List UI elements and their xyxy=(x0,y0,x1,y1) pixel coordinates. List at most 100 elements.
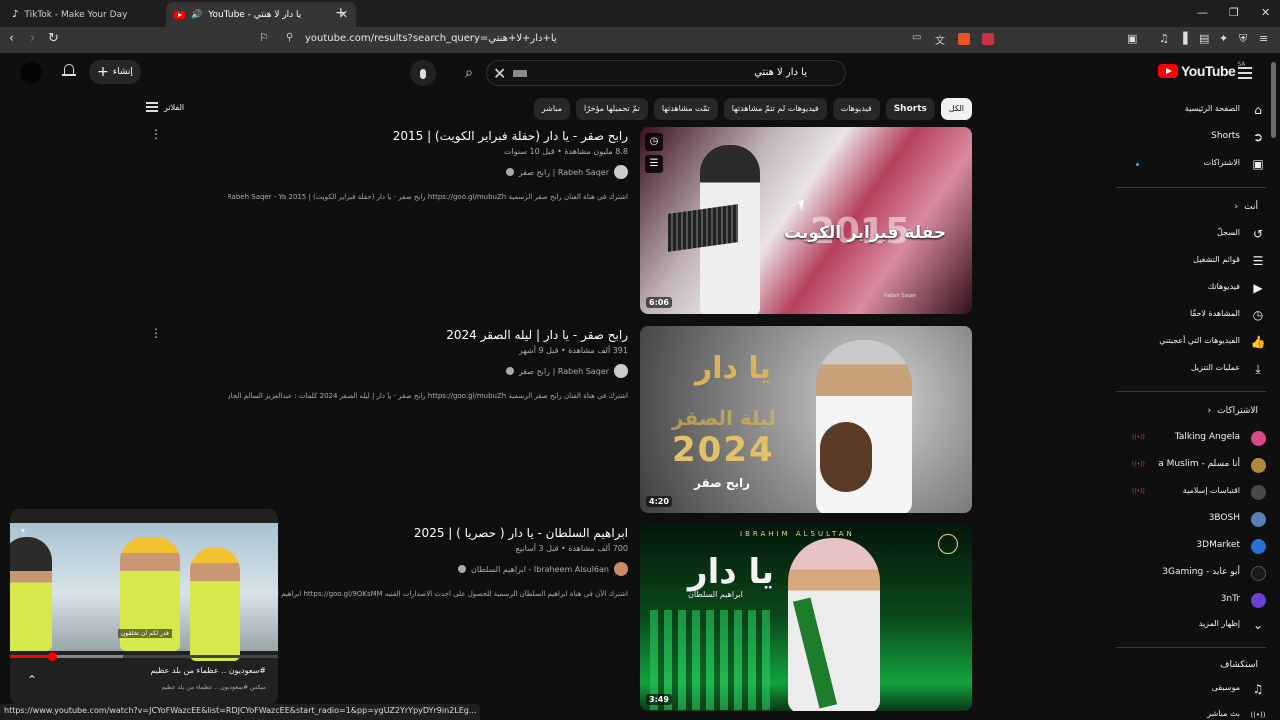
clear-search-icon[interactable]: ✕ xyxy=(493,64,506,83)
channel-name[interactable]: ابراهيم السلطان - Ibraheem Alsul6an xyxy=(471,565,609,574)
reading-list-icon[interactable]: ▐ xyxy=(1179,32,1187,45)
worker-figure xyxy=(10,537,52,651)
chip-unwatched[interactable]: فيديوهات لم تتمّ مشاهدتها xyxy=(723,98,827,120)
subscription-3ntr[interactable]: 3nTr xyxy=(1116,588,1266,614)
guide-item-history[interactable]: السجلّ ↺ xyxy=(1116,222,1266,248)
rewards-icon[interactable] xyxy=(982,33,994,45)
add-to-queue-icon[interactable]: ☰ xyxy=(645,155,663,173)
guide-item-downloads[interactable]: عمليات التنزيل ⤓ xyxy=(1116,357,1266,383)
guide-item-liked-videos[interactable]: الفيديوهات التي أعجبتني 👍 xyxy=(1116,330,1266,356)
tab-tiktok[interactable]: ♪ TikTok - Make Your Day xyxy=(4,2,166,27)
music-icon[interactable]: ♫ xyxy=(1159,32,1169,45)
more-actions-icon[interactable]: ⋮ xyxy=(150,127,162,141)
chip-videos[interactable]: فيديوهات xyxy=(832,98,880,120)
guide-item-your-videos[interactable]: فيديوهاتك ▶ xyxy=(1116,276,1266,302)
subscription-3dmarket[interactable]: 3DMarket xyxy=(1116,534,1266,560)
bookmark-icon[interactable]: ⚐ xyxy=(259,31,269,44)
channel-link[interactable]: رابح صقر | Rabeh Saqer xyxy=(505,364,628,378)
video-result[interactable]: 2015 حفلة فبراير الكويت Rabeh Saqer ◷ ☰ … xyxy=(150,127,972,315)
video-description: اشترك الآن في هناة ابراهيم السلطان الرسم… xyxy=(228,590,628,598)
subscription-islamic-quotes[interactable]: ((•)) اقتباسات إسلامية xyxy=(1116,480,1266,506)
channel-avatar[interactable] xyxy=(614,165,628,179)
menu-icon[interactable]: ≡ xyxy=(1259,32,1268,45)
playlists-icon: ☰ xyxy=(1252,254,1264,268)
close-window-button[interactable]: ✕ xyxy=(1261,6,1270,19)
channel-link[interactable]: رابح صقر | Rabeh Saqer xyxy=(505,165,628,179)
guide-section-subscriptions[interactable]: الاشتراكات ‹ xyxy=(1208,406,1258,416)
show-more-button[interactable]: إظهار المزيد ⌄ xyxy=(1116,613,1266,639)
url-bar[interactable]: ⚲ youtube.com/results?search_query=يا+دا… xyxy=(280,30,1000,50)
channel-name[interactable]: رابح صقر | Rabeh Saqer xyxy=(519,168,609,177)
wallet-icon[interactable]: ▤ xyxy=(1199,32,1209,45)
search-button[interactable]: ⌕ xyxy=(452,61,486,85)
guide-item-watch-later[interactable]: المشاهدة لاحقًا ◷ xyxy=(1116,303,1266,329)
guide-item-music[interactable]: موسيقى ♫ xyxy=(1116,677,1266,703)
guide-item-subscriptions[interactable]: الاشتراكات ▣ xyxy=(1116,152,1266,178)
voice-search-button[interactable] xyxy=(410,60,436,86)
logo-text: YouTube xyxy=(1181,63,1236,79)
subscription-3gaming[interactable]: أبو عابد - 3Gaming xyxy=(1116,561,1266,587)
account-avatar[interactable] xyxy=(20,62,42,84)
miniplayer-video[interactable]: ✦ قدر لكم أن تخلقون xyxy=(10,523,278,661)
more-actions-icon[interactable]: ⋮ xyxy=(150,326,162,340)
brave-shield-icon[interactable] xyxy=(958,33,970,45)
section-title: أنت xyxy=(1244,202,1258,212)
chip-live[interactable]: مباشر xyxy=(533,98,570,120)
video-title[interactable]: ابراهيم السلطان - يا دار ( حصريا ) | 202… xyxy=(414,526,628,540)
tab-youtube[interactable]: 🔊 YouTube - يا دار لا هنتي ✕ xyxy=(166,2,356,27)
video-thumbnail[interactable]: IBRAHIM ALSULTAN يا دار ابراهيم السلطان … xyxy=(640,524,972,711)
subscription-talking-angela[interactable]: ((•)) Talking Angela xyxy=(1116,426,1266,452)
chip-shorts[interactable]: Shorts xyxy=(885,98,935,120)
section-title: الاشتراكات xyxy=(1217,406,1258,416)
reload-button[interactable]: ↻ xyxy=(48,31,59,46)
subscription-a-muslim[interactable]: ((•)) أنا مسلم - a Muslim xyxy=(1116,453,1266,479)
site-info-icon[interactable]: ⚲ xyxy=(286,32,293,43)
guide-item-shorts[interactable]: Shorts ➲ xyxy=(1116,125,1266,151)
guide-item-playlists[interactable]: قوائم التشغيل ☰ xyxy=(1116,249,1266,275)
guide-item-home[interactable]: الصفحة الرئيسية ⌂ xyxy=(1116,98,1266,124)
miniplayer-progress[interactable] xyxy=(10,652,278,661)
leo-ai-icon[interactable]: ✦ xyxy=(1219,32,1228,45)
forward-button[interactable]: › xyxy=(30,31,35,46)
vpn-icon[interactable]: ⛨ xyxy=(1239,32,1247,46)
restore-button[interactable]: ❐ xyxy=(1229,6,1239,19)
expand-chevron-icon[interactable]: ⌃ xyxy=(27,673,37,687)
miniplayer-title[interactable]: #سعوديون .. عظماء من بلد عظيم xyxy=(150,666,266,675)
notifications-icon[interactable] xyxy=(62,64,76,78)
channel-link[interactable]: ابراهيم السلطان - Ibraheem Alsul6an xyxy=(458,562,628,576)
speaker-icon[interactable]: 🔊 xyxy=(191,10,202,20)
page-scrollbar[interactable] xyxy=(1271,62,1276,138)
miniplayer[interactable]: ✦ قدر لكم أن تخلقون #سعوديون .. عظماء من… xyxy=(10,509,278,705)
verified-icon xyxy=(505,168,514,176)
video-title[interactable]: رابح صقر - يا دار (حفلة فبراير الكويت) |… xyxy=(393,129,628,143)
translate-icon[interactable]: 文 xyxy=(935,32,945,47)
chip-all[interactable]: الكل xyxy=(940,98,972,120)
channel-name[interactable]: رابح صقر | Rabeh Saqer xyxy=(519,367,609,376)
create-button[interactable]: + إنشاء xyxy=(89,60,141,84)
live-indicator-icon: ((•)) xyxy=(1132,488,1145,495)
new-tab-button[interactable]: + xyxy=(335,5,347,21)
channel-avatar[interactable] xyxy=(614,562,628,576)
filters-button[interactable]: الفلاتر xyxy=(146,102,184,112)
video-result[interactable]: يا دار ليلة الصقر 2024 رابح صقر 4:20 راب… xyxy=(150,326,972,514)
chip-watched[interactable]: تمّت مشاهدتها xyxy=(653,98,718,120)
guide-item-label: الاشتراكات xyxy=(1203,158,1240,167)
scrubber-handle[interactable] xyxy=(47,652,57,661)
minimize-button[interactable]: — xyxy=(1197,6,1208,19)
video-thumbnail[interactable]: 2015 حفلة فبراير الكويت Rabeh Saqer ◷ ☰ … xyxy=(640,127,972,314)
video-thumbnail[interactable]: يا دار ليلة الصقر 2024 رابح صقر 4:20 xyxy=(640,326,972,513)
youtube-logo[interactable]: YouTube SA xyxy=(1158,61,1245,79)
search-input[interactable]: يا دار لا هنتي ✕ xyxy=(486,60,846,86)
watch-later-icon[interactable]: ◷ xyxy=(645,133,663,151)
plus-icon: + xyxy=(97,64,109,80)
guide-item-live[interactable]: بث مباشر ((•)) xyxy=(1116,703,1266,720)
back-button[interactable]: ‹ xyxy=(9,31,14,46)
filter-chips: الكل Shorts فيديوهات فيديوهات لم تتمّ مش… xyxy=(533,98,972,120)
chip-recently-uploaded[interactable]: تمّ تحميلها مؤخرًا xyxy=(576,98,648,120)
cast-icon[interactable]: ▭ xyxy=(912,32,921,43)
sidebar-toggle-icon[interactable]: ▣ xyxy=(1127,32,1137,45)
guide-section-you[interactable]: أنت ‹ xyxy=(1235,202,1258,212)
subscription-3bosh[interactable]: 3BOSH xyxy=(1116,507,1266,533)
video-title[interactable]: رابح صقر - يا دار | ليله الصقر 2024 xyxy=(446,328,628,342)
channel-avatar[interactable] xyxy=(614,364,628,378)
